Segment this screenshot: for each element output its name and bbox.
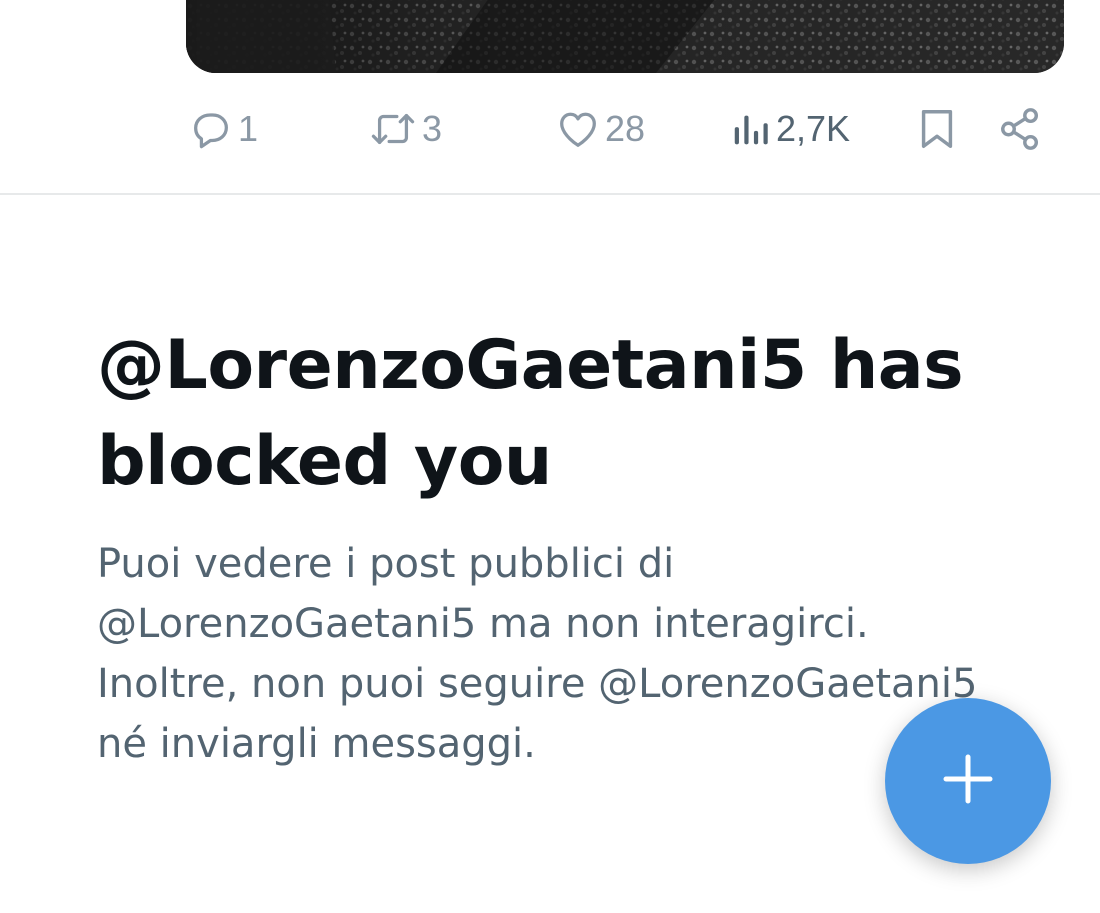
repost-button[interactable]: 3	[368, 98, 442, 160]
plus-icon	[940, 751, 996, 812]
reply-bubble-icon	[188, 106, 234, 152]
views-button[interactable]: 2,7K	[732, 98, 850, 160]
views-bars-icon	[732, 106, 772, 152]
like-count: 28	[605, 108, 646, 149]
repost-count: 3	[422, 108, 443, 149]
reply-button[interactable]: 1	[188, 98, 258, 160]
bookmark-icon	[915, 106, 959, 152]
repost-icon	[368, 106, 418, 152]
compose-fab-button[interactable]	[885, 698, 1051, 864]
like-button[interactable]: 28	[555, 98, 645, 160]
tweet-action-bar: 1 3 28 2,7K	[0, 98, 1100, 160]
divider	[0, 193, 1100, 195]
bookmark-button[interactable]	[915, 98, 959, 160]
reply-count: 1	[238, 108, 259, 149]
share-icon	[998, 106, 1042, 152]
media-photo	[186, 0, 1064, 73]
heart-icon	[555, 106, 601, 152]
blocked-title: @LorenzoGaetani5 has blocked you	[97, 326, 964, 501]
views-count: 2,7K	[776, 108, 851, 149]
tweet-media-image[interactable]	[186, 0, 1064, 73]
blocked-description: Puoi vedere i post pubblici di @LorenzoG…	[97, 541, 978, 767]
share-button[interactable]	[998, 98, 1042, 160]
page: 1 3 28 2,7K @LorenzoGaetani5 has blocked…	[0, 0, 1100, 913]
